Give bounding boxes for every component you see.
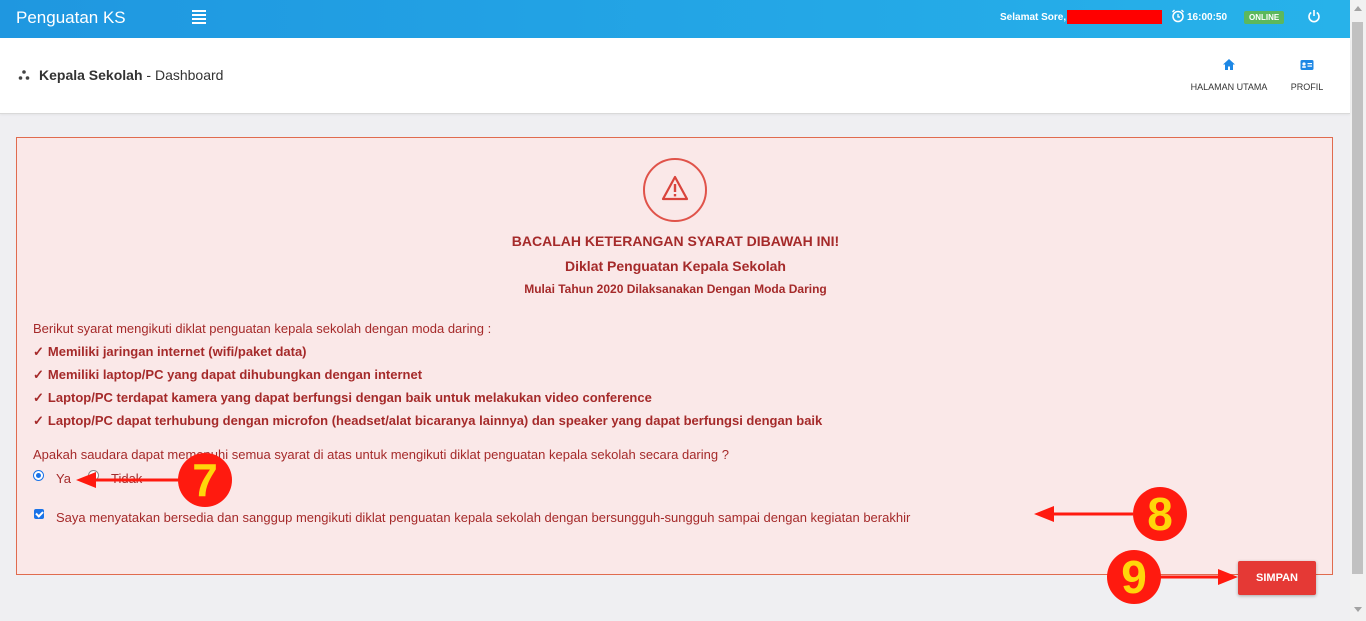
annotation-step-8: 8 [1133,487,1187,541]
annotation-step-7: 7 [178,453,232,507]
annotation-step-9: 9 [1107,550,1161,604]
